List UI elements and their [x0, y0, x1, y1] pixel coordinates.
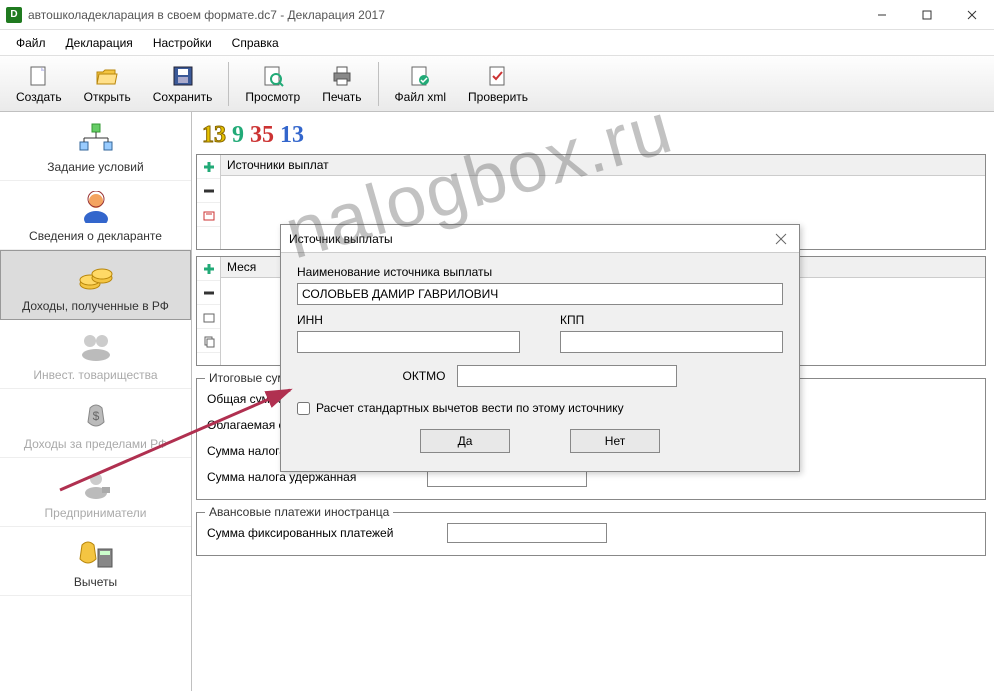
- toolbar-separator: [228, 62, 229, 106]
- print-label: Печать: [322, 90, 361, 104]
- oktmo-input[interactable]: [457, 365, 677, 387]
- sidebar-item-income-foreign: $ Доходы за пределами РФ: [0, 389, 191, 458]
- sidebar: Задание условий Сведения о декларанте До…: [0, 112, 192, 691]
- maximize-button[interactable]: [904, 0, 949, 30]
- coins-icon: [76, 259, 116, 295]
- menu-file[interactable]: Файл: [8, 34, 54, 52]
- menu-declaration[interactable]: Декларация: [58, 34, 141, 52]
- sources-mini-toolbar: [197, 155, 221, 249]
- sources-header: Источники выплат: [221, 155, 985, 176]
- advance-panel: Авансовые платежи иностранца Сумма фикси…: [196, 512, 986, 556]
- kpp-label: КПП: [560, 313, 783, 327]
- advance-input[interactable]: [447, 523, 607, 543]
- sidebar-item-income-rf[interactable]: Доходы, полученные в РФ: [0, 250, 191, 320]
- edit-source-button[interactable]: [197, 203, 220, 227]
- yes-button[interactable]: Да: [420, 429, 510, 453]
- sidebar-item-label: Вычеты: [74, 575, 117, 589]
- deductions-icon: [76, 535, 116, 571]
- svg-text:$: $: [92, 409, 99, 423]
- sidebar-item-declarant[interactable]: Сведения о декларанте: [0, 181, 191, 250]
- add-month-button[interactable]: [197, 257, 220, 281]
- preview-icon: [261, 64, 285, 88]
- copy-month-button[interactable]: [197, 329, 220, 353]
- create-label: Создать: [16, 90, 62, 104]
- sidebar-item-entrepreneurs: Предприниматели: [0, 458, 191, 527]
- conditions-icon: [76, 120, 116, 156]
- invest-icon: [76, 328, 116, 364]
- months-mini-toolbar: [197, 257, 221, 365]
- open-button[interactable]: Открыть: [74, 59, 141, 109]
- person-icon: [76, 189, 116, 225]
- kpp-input[interactable]: [560, 331, 783, 353]
- rate-13-alt[interactable]: 13: [280, 122, 304, 149]
- inn-label: ИНН: [297, 313, 520, 327]
- toolbar: Создать Открыть Сохранить Просмотр Печат…: [0, 56, 994, 112]
- tax-withheld-label: Сумма налога удержанная: [207, 470, 427, 484]
- toolbar-separator: [378, 62, 379, 106]
- preview-label: Просмотр: [245, 90, 300, 104]
- check-label: Проверить: [468, 90, 528, 104]
- menu-help[interactable]: Справка: [224, 34, 287, 52]
- rate-13[interactable]: 13: [202, 122, 226, 149]
- sidebar-item-invest: Инвест. товарищества: [0, 320, 191, 389]
- save-icon: [171, 64, 195, 88]
- no-button[interactable]: Нет: [570, 429, 660, 453]
- rate-tabs: 13 9 35 13: [196, 116, 986, 154]
- std-deductions-checkbox[interactable]: [297, 402, 310, 415]
- close-button[interactable]: [949, 0, 994, 30]
- sidebar-item-label: Доходы за пределами РФ: [24, 437, 167, 451]
- app-icon: D: [6, 7, 22, 23]
- check-button[interactable]: Проверить: [458, 59, 538, 109]
- sidebar-item-label: Сведения о декларанте: [29, 229, 162, 243]
- source-dialog: Источник выплаты Наименование источника …: [280, 224, 800, 472]
- moneybag-icon: $: [76, 397, 116, 433]
- add-source-button[interactable]: [197, 155, 220, 179]
- create-button[interactable]: Создать: [6, 59, 72, 109]
- sidebar-item-label: Задание условий: [47, 160, 143, 174]
- preview-button[interactable]: Просмотр: [235, 59, 310, 109]
- source-name-label: Наименование источника выплаты: [297, 265, 783, 279]
- minimize-button[interactable]: [859, 0, 904, 30]
- print-button[interactable]: Печать: [312, 59, 371, 109]
- remove-month-button[interactable]: [197, 281, 220, 305]
- sidebar-item-label: Доходы, полученные в РФ: [22, 299, 169, 313]
- sidebar-item-deductions[interactable]: Вычеты: [0, 527, 191, 596]
- folder-open-icon: [95, 64, 119, 88]
- new-file-icon: [27, 64, 51, 88]
- sidebar-item-label: Инвест. товарищества: [33, 368, 157, 382]
- menu-settings[interactable]: Настройки: [145, 34, 220, 52]
- sidebar-item-label: Предприниматели: [45, 506, 147, 520]
- check-icon: [486, 64, 510, 88]
- entrepreneur-icon: [76, 466, 116, 502]
- rate-35[interactable]: 35: [250, 122, 274, 149]
- std-deductions-label: Расчет стандартных вычетов вести по этом…: [316, 401, 624, 415]
- print-icon: [330, 64, 354, 88]
- source-name-input[interactable]: [297, 283, 783, 305]
- oktmo-label: ОКТМО: [403, 369, 446, 383]
- dialog-title: Источник выплаты: [289, 232, 393, 246]
- window-title: автошколадекларация в своем формате.dc7 …: [28, 8, 859, 22]
- save-button[interactable]: Сохранить: [143, 59, 223, 109]
- remove-source-button[interactable]: [197, 179, 220, 203]
- open-label: Открыть: [84, 90, 131, 104]
- rate-9[interactable]: 9: [232, 122, 244, 149]
- edit-month-button[interactable]: [197, 305, 220, 329]
- sidebar-item-conditions[interactable]: Задание условий: [0, 112, 191, 181]
- advance-label: Сумма фиксированных платежей: [207, 526, 447, 540]
- xml-button[interactable]: Файл xml: [385, 59, 457, 109]
- titlebar: D автошколадекларация в своем формате.dc…: [0, 0, 994, 30]
- dialog-close-button[interactable]: [771, 229, 791, 249]
- save-label: Сохранить: [153, 90, 213, 104]
- xml-label: Файл xml: [395, 90, 447, 104]
- advance-legend: Авансовые платежи иностранца: [205, 505, 393, 519]
- menubar: Файл Декларация Настройки Справка: [0, 30, 994, 56]
- xml-icon: [408, 64, 432, 88]
- inn-input[interactable]: [297, 331, 520, 353]
